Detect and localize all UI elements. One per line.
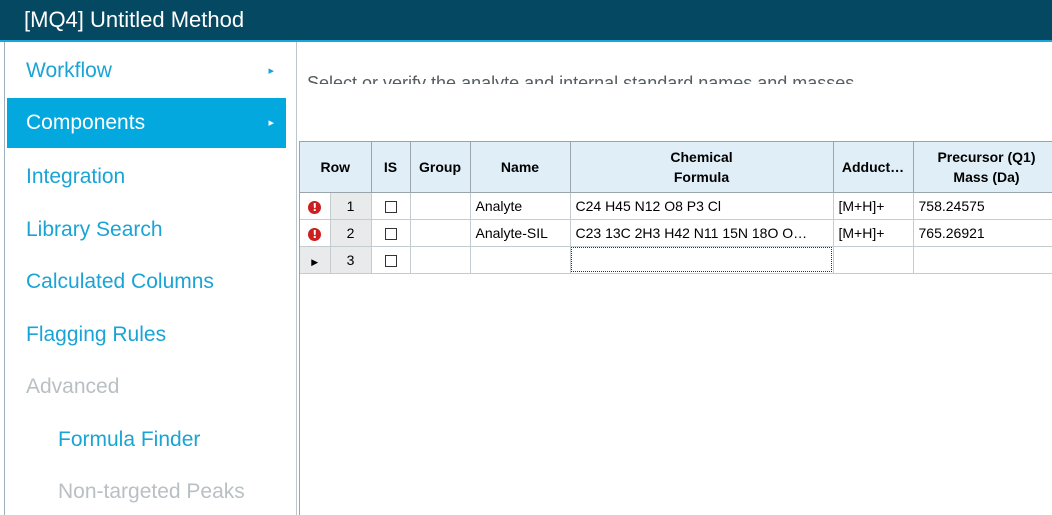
table-row[interactable]: ▶ 3 <box>300 246 1052 274</box>
is-checkbox[interactable] <box>384 200 397 213</box>
sidebar-item-integration[interactable]: Integration <box>7 152 286 202</box>
column-header-adduct[interactable]: Adduct… <box>833 142 914 193</box>
column-header-precursor-mass[interactable]: Precursor (Q1) Mass (Da) <box>913 142 1052 193</box>
is-checkbox[interactable] <box>384 254 397 267</box>
precursor-mass-cell[interactable] <box>913 246 1052 274</box>
is-cell[interactable] <box>371 192 411 220</box>
group-cell[interactable] <box>410 219 471 247</box>
adduct-cell[interactable]: [M+H]+ <box>833 192 914 220</box>
formula-cell[interactable]: C24 H45 N12 O8 P3 Cl <box>570 192 834 220</box>
window-title: [MQ4] Untitled Method <box>0 0 1052 40</box>
header-label-line: Formula <box>673 168 730 185</box>
sidebar-item-calculated-columns[interactable]: Calculated Columns <box>7 257 286 307</box>
formula-cell[interactable] <box>570 246 834 274</box>
adduct-cell[interactable] <box>833 246 914 274</box>
table-row[interactable]: ! 1 Analyte C24 H45 N12 O8 P3 Cl [M+H]+ … <box>300 192 1052 220</box>
column-header-name[interactable]: Name <box>470 142 571 193</box>
name-cell[interactable] <box>470 246 571 274</box>
sidebar-item-components[interactable]: Components ▸ <box>7 98 286 148</box>
sidebar-item-formula-finder[interactable]: Formula Finder <box>7 415 286 465</box>
error-icon: ! <box>308 227 322 241</box>
sidebar-item-non-targeted-peaks: Non-targeted Peaks <box>7 467 286 515</box>
table-row[interactable]: ! 2 Analyte-SIL C23 13C 2H3 H42 N11 15N … <box>300 219 1052 247</box>
column-header-row[interactable]: Row <box>300 142 372 193</box>
name-cell[interactable]: Analyte-SIL <box>470 219 571 247</box>
sidebar-item-label: Formula Finder <box>58 428 201 451</box>
name-cell[interactable]: Analyte <box>470 192 571 220</box>
header-label-line: Mass (Da) <box>953 168 1020 185</box>
header-row: Row IS Group Name Chemical Formula Adduc… <box>300 142 1052 193</box>
sidebar-item-label: Components <box>26 111 146 134</box>
formula-cell[interactable]: C23 13C 2H3 H42 N11 15N 18O O… <box>570 219 834 247</box>
sidebar-item-flagging-rules[interactable]: Flagging Rules <box>7 310 286 360</box>
group-cell[interactable] <box>410 246 471 274</box>
row-number-cell: 3 <box>330 246 372 274</box>
row-indicator: ! <box>300 192 331 220</box>
components-grid: Row IS Group Name Chemical Formula Adduc… <box>299 141 1052 515</box>
sidebar-item-label: Library Search <box>26 218 163 241</box>
column-header-is[interactable]: IS <box>371 142 411 193</box>
sidebar-item-label: Non-targeted Peaks <box>58 480 245 503</box>
sidebar-item-label: Flagging Rules <box>26 323 167 346</box>
sidebar-item-label: Workflow <box>26 59 112 82</box>
is-cell[interactable] <box>371 246 411 274</box>
error-icon: ! <box>308 200 322 214</box>
row-indicator: ▶ <box>300 246 331 274</box>
group-cell[interactable] <box>410 192 471 220</box>
sidebar-item-library-search[interactable]: Library Search <box>7 205 286 255</box>
frame-edge <box>4 42 5 515</box>
chevron-right-icon: ▸ <box>268 65 274 77</box>
row-number-cell: 1 <box>330 192 372 220</box>
precursor-mass-cell[interactable]: 765.26921 <box>913 219 1052 247</box>
current-row-icon: ▶ <box>311 256 319 267</box>
sidebar-item-label: Advanced <box>26 375 120 398</box>
header-label-line: Chemical <box>670 148 733 165</box>
method-sidebar: Workflow ▸ Components ▸ Integration Libr… <box>7 46 286 515</box>
sidebar-item-workflow[interactable]: Workflow ▸ <box>7 46 286 96</box>
chevron-right-icon: ▸ <box>268 117 274 129</box>
sidebar-item-label: Integration <box>26 165 126 188</box>
sidebar-divider <box>296 42 297 515</box>
header-label-line: Precursor (Q1) <box>937 148 1036 165</box>
column-header-chemical-formula[interactable]: Chemical Formula <box>570 142 834 193</box>
row-number-cell: 2 <box>330 219 372 247</box>
is-checkbox[interactable] <box>384 227 397 240</box>
sidebar-item-advanced: Advanced <box>7 362 286 412</box>
column-header-group[interactable]: Group <box>410 142 471 193</box>
instruction-text: Select or verify the analyte and interna… <box>307 73 855 84</box>
precursor-mass-cell[interactable]: 758.24575 <box>913 192 1052 220</box>
adduct-cell[interactable]: [M+H]+ <box>833 219 914 247</box>
components-table: Row IS Group Name Chemical Formula Adduc… <box>300 142 1052 274</box>
is-cell[interactable] <box>371 219 411 247</box>
row-indicator: ! <box>300 219 331 247</box>
sidebar-item-label: Calculated Columns <box>26 270 214 293</box>
